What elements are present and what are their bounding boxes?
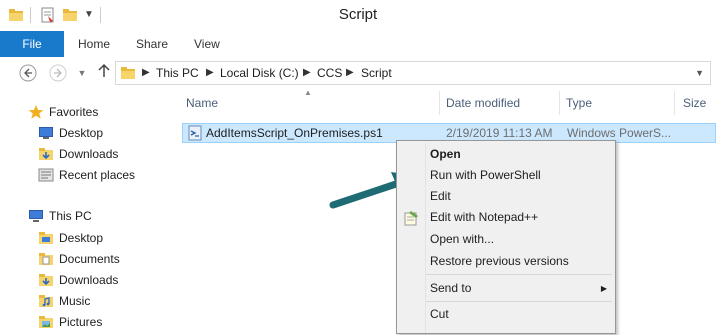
tab-home[interactable]: Home: [78, 31, 110, 57]
menu-item-edit-with-notepad[interactable]: Edit with Notepad++: [397, 207, 615, 228]
breadcrumb-separator-icon[interactable]: ▶: [142, 62, 150, 84]
column-divider[interactable]: [674, 91, 675, 115]
breadcrumb-separator-icon[interactable]: ▶: [303, 62, 311, 84]
powershell-script-icon: [187, 125, 203, 144]
menu-separator: [426, 274, 612, 275]
desktop-icon: [38, 126, 54, 140]
breadcrumb-separator-icon[interactable]: ▶: [206, 62, 214, 84]
sidebar-item-this-pc[interactable]: This PC: [0, 206, 120, 226]
menu-item-open-with[interactable]: Open with...: [397, 229, 615, 250]
column-size[interactable]: Size: [683, 89, 706, 117]
sidebar-item-music[interactable]: Music: [0, 291, 120, 311]
sidebar-item-downloads[interactable]: Downloads: [0, 144, 120, 164]
documents-icon: [38, 252, 54, 266]
column-divider[interactable]: [559, 91, 560, 115]
sidebar-item-pc-desktop[interactable]: Desktop: [0, 228, 120, 248]
folder-icon: [38, 231, 54, 245]
menu-item-run-with-powershell[interactable]: Run with PowerShell: [397, 165, 615, 186]
column-divider[interactable]: [439, 91, 440, 115]
tab-file[interactable]: File: [0, 31, 64, 57]
column-type[interactable]: Type: [566, 89, 592, 117]
folder-icon: [120, 65, 136, 84]
recent-locations-icon[interactable]: ▼: [72, 63, 92, 83]
address-dropdown-icon[interactable]: ▼: [695, 62, 704, 84]
sidebar-item-documents[interactable]: Documents: [0, 249, 120, 269]
sidebar-item-desktop[interactable]: Desktop: [0, 123, 120, 143]
star-icon: [28, 105, 44, 119]
menu-item-cut[interactable]: Cut: [397, 304, 615, 325]
sidebar-item-pictures[interactable]: Pictures: [0, 312, 120, 332]
tab-share[interactable]: Share: [136, 31, 168, 57]
sidebar-item-pc-downloads[interactable]: Downloads: [0, 270, 120, 290]
recent-places-icon: [38, 168, 54, 182]
submenu-arrow-icon: ▶: [600, 284, 607, 293]
column-name[interactable]: Name: [186, 89, 218, 117]
sidebar-item-favorites[interactable]: Favorites: [0, 102, 120, 122]
breadcrumb-script[interactable]: Script: [361, 62, 392, 84]
menu-item-restore-previous-versions[interactable]: Restore previous versions: [397, 251, 615, 272]
window-title: Script: [338, 6, 378, 23]
address-row: ▼ ▶ This PC ▶ Local Disk (C:) ▶ CCS ▶ Sc…: [0, 57, 716, 89]
breadcrumb-ccs[interactable]: CCS: [317, 62, 342, 84]
column-date-modified[interactable]: Date modified: [446, 89, 520, 117]
pictures-icon: [38, 315, 54, 329]
file-name: AddItemsScript_OnPremises.ps1: [206, 126, 383, 140]
forward-button[interactable]: [48, 63, 68, 83]
breadcrumb-this-pc[interactable]: This PC: [156, 62, 199, 84]
music-icon: [38, 294, 54, 308]
title-bar: ▼ Script: [0, 0, 716, 31]
tab-view[interactable]: View: [194, 31, 220, 57]
ribbon: File Home Share View: [0, 31, 716, 58]
breadcrumb-separator-icon[interactable]: ▶: [346, 62, 354, 84]
menu-separator: [426, 301, 612, 302]
context-menu: Open Run with PowerShell Edit Edit with …: [396, 140, 616, 334]
navigation-pane: Favorites Desktop Downloads Recent place…: [0, 89, 166, 334]
up-button[interactable]: [94, 63, 114, 83]
menu-item-send-to[interactable]: Send to ▶: [397, 278, 615, 299]
computer-icon: [28, 209, 44, 223]
sort-ascending-icon: ▲: [304, 88, 312, 97]
menu-item-open[interactable]: Open: [397, 144, 615, 165]
menu-item-edit[interactable]: Edit: [397, 186, 615, 207]
downloads-icon: [38, 147, 54, 161]
sidebar-item-recent-places[interactable]: Recent places: [0, 165, 140, 185]
breadcrumb-local-disk[interactable]: Local Disk (C:): [220, 62, 299, 84]
column-headers: ▲ Name Date modified Type Size: [166, 88, 716, 117]
downloads-icon: [38, 273, 54, 287]
address-bar[interactable]: ▶ This PC ▶ Local Disk (C:) ▶ CCS ▶ Scri…: [115, 61, 711, 85]
back-button[interactable]: [18, 63, 38, 83]
